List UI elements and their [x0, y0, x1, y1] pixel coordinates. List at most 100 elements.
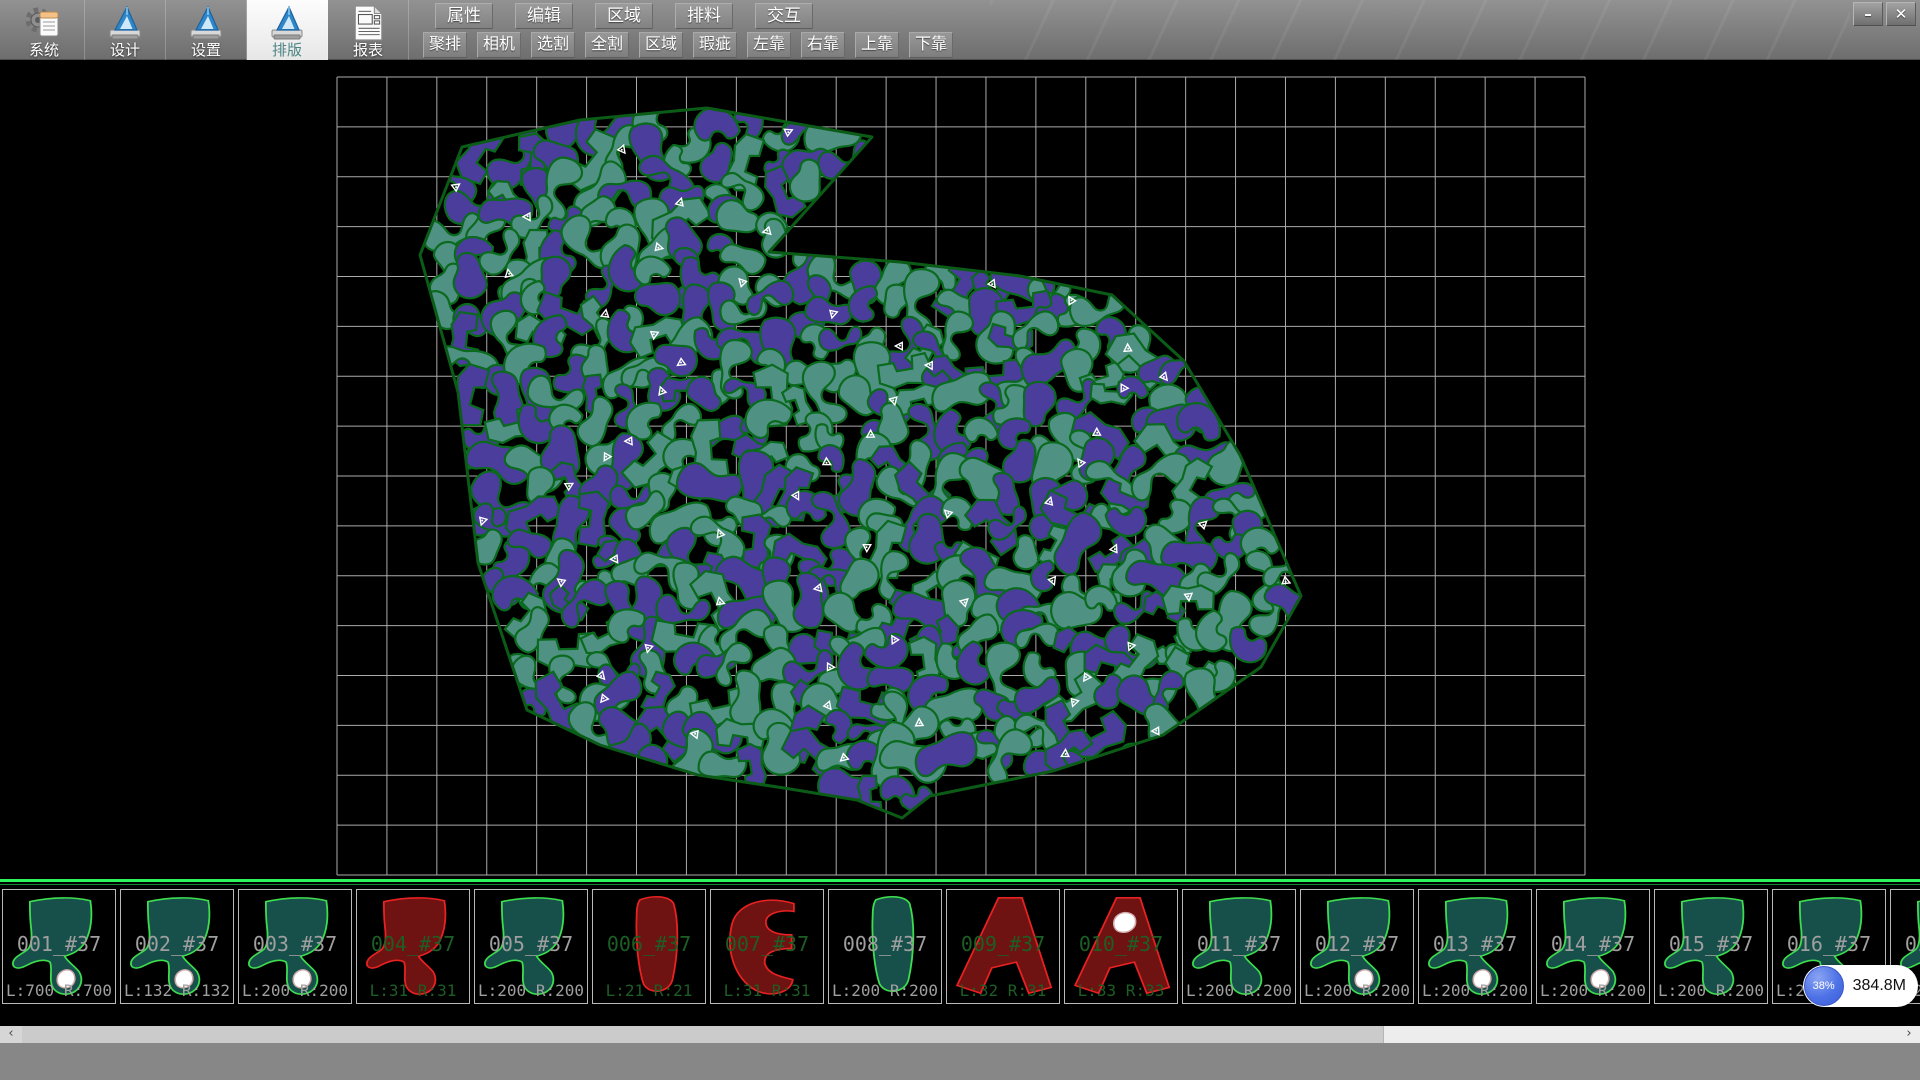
scroll-right-button[interactable]: › — [1898, 1026, 1920, 1043]
part-name: 017_#37 — [1891, 932, 1920, 956]
window-controls: – ✕ — [1853, 2, 1916, 26]
nesting-ruler-icon — [268, 5, 306, 41]
strip-accent-line — [0, 879, 1920, 882]
part-tile-003_#37[interactable]: 003_#37 L:200 R:200 — [238, 889, 352, 1004]
tool-button-左靠[interactable]: 左靠 — [747, 32, 791, 58]
part-name: 012_#37 — [1301, 932, 1413, 956]
part-name: 005_#37 — [475, 932, 587, 956]
part-lr-count: L:200 R:200 — [1537, 981, 1649, 1000]
menu-button-排料[interactable]: 排料 — [675, 3, 733, 29]
progress-circle: 38% — [1804, 966, 1844, 1006]
main-button-设计[interactable]: 设计 — [85, 0, 166, 60]
part-lr-count: L:200 R:200 — [1419, 981, 1531, 1000]
part-tile-014_#37[interactable]: 014_#37 L:200 R:200 — [1536, 889, 1650, 1004]
part-tile-004_#37[interactable]: 004_#37 L:31 R:31 — [356, 889, 470, 1004]
part-lr-count: L:21 R:21 — [593, 981, 705, 1000]
part-lr-count: L:200 R:200 — [829, 981, 941, 1000]
part-tile-012_#37[interactable]: 012_#37 L:200 R:200 — [1300, 889, 1414, 1004]
part-name: 003_#37 — [239, 932, 351, 956]
part-tile-006_#37[interactable]: 006_#37 L:21 R:21 — [592, 889, 706, 1004]
settings-ruler-icon — [187, 5, 225, 41]
main-button-label: 排版 — [272, 42, 302, 59]
tool-bar: 聚排相机选割全割区域瑕疵左靠右靠上靠下靠 — [423, 32, 963, 58]
part-lr-count: L:200 R:200 — [1655, 981, 1767, 1000]
menu-button-编辑[interactable]: 编辑 — [515, 3, 573, 29]
part-lr-count: L:132 R:132 — [121, 981, 233, 1000]
main-button-设置[interactable]: 设置 — [166, 0, 247, 60]
horizontal-scrollbar[interactable]: ‹ › — [0, 1026, 1920, 1043]
ribbon-toolbar: 系统 设计 设置 排版 报表 属性编辑区域排料交互 — [0, 0, 1920, 60]
strip-accent-line-2 — [0, 884, 1920, 885]
part-lr-count: L:31 R:31 — [711, 981, 823, 1000]
tool-button-上靠[interactable]: 上靠 — [855, 32, 899, 58]
part-lr-count: L:33 R:33 — [1065, 981, 1177, 1000]
nested-pieces — [414, 89, 1321, 819]
tool-button-全割[interactable]: 全割 — [585, 32, 629, 58]
scroll-left-button[interactable]: ‹ — [0, 1026, 22, 1043]
part-tile-005_#37[interactable]: 005_#37 L:200 R:200 — [474, 889, 588, 1004]
nesting-canvas[interactable] — [0, 60, 1920, 879]
menu-button-属性[interactable]: 属性 — [435, 3, 493, 29]
part-lr-count: L:32 R:31 — [947, 981, 1059, 1000]
part-name: 011_#37 — [1183, 932, 1295, 956]
menu-button-交互[interactable]: 交互 — [755, 3, 813, 29]
tool-button-区域[interactable]: 区域 — [639, 32, 683, 58]
minimize-button[interactable]: – — [1853, 2, 1883, 26]
main-button-系统[interactable]: 系统 — [4, 0, 85, 60]
part-name: 004_#37 — [357, 932, 469, 956]
system-gear-icon — [25, 5, 63, 41]
part-name: 013_#37 — [1419, 932, 1531, 956]
part-name: 015_#37 — [1655, 932, 1767, 956]
part-tile-007_#37[interactable]: 007_#37 L:31 R:31 — [710, 889, 824, 1004]
main-toolbar: 系统 设计 设置 排版 报表 — [4, 0, 409, 60]
close-button[interactable]: ✕ — [1886, 2, 1916, 26]
memory-value: 384.8M — [1853, 977, 1906, 995]
main-button-label: 系统 — [29, 42, 59, 59]
tool-button-瑕疵[interactable]: 瑕疵 — [693, 32, 737, 58]
part-lr-count: L:200 R:200 — [1183, 981, 1295, 1000]
parts-strip: 001_#37 L:700 R:700 002_#37 L:132 R:132 … — [0, 879, 1920, 1010]
tool-button-聚排[interactable]: 聚排 — [423, 32, 467, 58]
part-name: 008_#37 — [829, 932, 941, 956]
part-tile-015_#37[interactable]: 015_#37 L:200 R:200 — [1654, 889, 1768, 1004]
part-name: 010_#37 — [1065, 932, 1177, 956]
part-name: 014_#37 — [1537, 932, 1649, 956]
part-name: 007_#37 — [711, 932, 823, 956]
part-tile-009_#37[interactable]: 009_#37 L:32 R:31 — [946, 889, 1060, 1004]
status-bar — [0, 1043, 1920, 1080]
main-button-label: 设计 — [110, 42, 140, 59]
menu-button-区域[interactable]: 区域 — [595, 3, 653, 29]
part-lr-count: L:31 R:31 — [357, 981, 469, 1000]
part-name: 016_#37 — [1773, 932, 1885, 956]
part-tile-002_#37[interactable]: 002_#37 L:132 R:132 — [120, 889, 234, 1004]
main-button-label: 报表 — [353, 42, 383, 59]
tool-button-选割[interactable]: 选割 — [531, 32, 575, 58]
tool-button-下靠[interactable]: 下靠 — [909, 32, 953, 58]
part-lr-count: L:200 R:200 — [1301, 981, 1413, 1000]
menu-bar: 属性编辑区域排料交互 — [435, 3, 835, 29]
part-lr-count: L:200 R:200 — [475, 981, 587, 1000]
part-tile-010_#37[interactable]: 010_#37 L:33 R:33 — [1064, 889, 1178, 1004]
main-button-label: 设置 — [191, 42, 221, 59]
part-lr-count: L:700 R:700 — [3, 981, 115, 1000]
part-tile-011_#37[interactable]: 011_#37 L:200 R:200 — [1182, 889, 1296, 1004]
scrollbar-thumb[interactable] — [22, 1026, 1384, 1043]
part-name: 009_#37 — [947, 932, 1059, 956]
tool-button-相机[interactable]: 相机 — [477, 32, 521, 58]
part-tile-008_#37[interactable]: 008_#37 L:200 R:200 — [828, 889, 942, 1004]
nesting-layout-drawing — [0, 60, 1920, 879]
design-ruler-icon — [106, 5, 144, 41]
parts-tile-list: 001_#37 L:700 R:700 002_#37 L:132 R:132 … — [2, 889, 1920, 1006]
part-tile-001_#37[interactable]: 001_#37 L:700 R:700 — [2, 889, 116, 1004]
part-name: 002_#37 — [121, 932, 233, 956]
tool-button-右靠[interactable]: 右靠 — [801, 32, 845, 58]
main-button-排版[interactable]: 排版 — [247, 0, 328, 60]
part-name: 001_#37 — [3, 932, 115, 956]
report-doc-icon — [350, 5, 386, 41]
defect-hole — [1114, 913, 1136, 933]
memory-badge: 38% 384.8M — [1803, 965, 1918, 1007]
main-button-报表[interactable]: 报表 — [328, 0, 409, 60]
part-tile-013_#37[interactable]: 013_#37 L:200 R:200 — [1418, 889, 1532, 1004]
part-name: 006_#37 — [593, 932, 705, 956]
part-lr-count: L:200 R:200 — [239, 981, 351, 1000]
